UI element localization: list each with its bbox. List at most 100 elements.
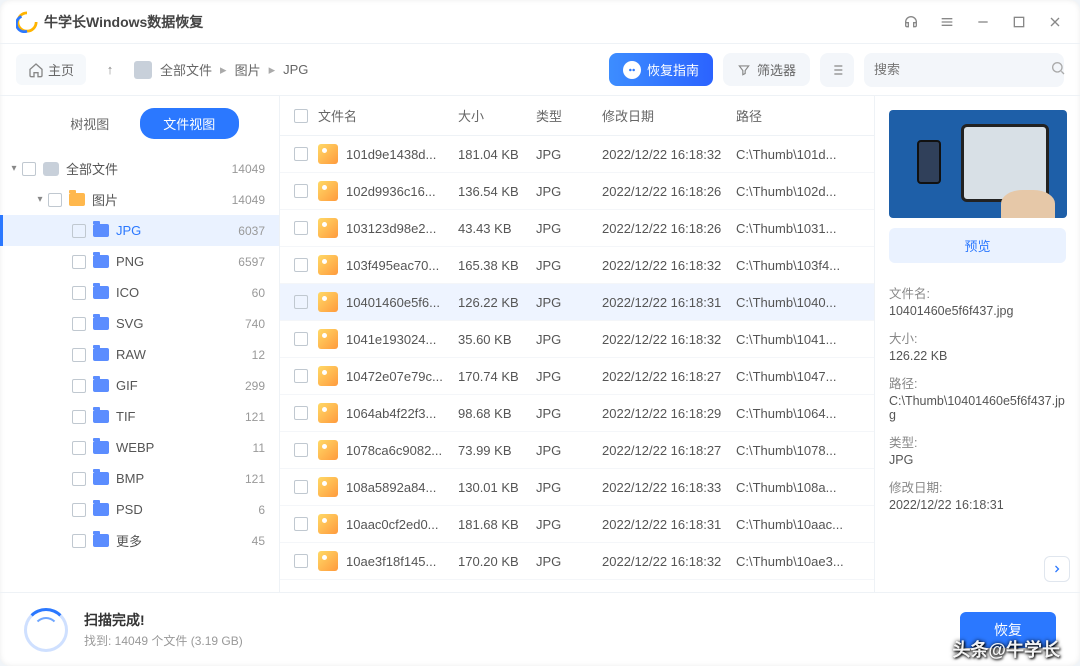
tree-label: GIF	[116, 378, 245, 393]
tree-count: 14049	[232, 193, 265, 207]
tree-count: 740	[245, 317, 265, 331]
preview-button[interactable]: 预览	[889, 228, 1066, 263]
cell-name: 10401460e5f6...	[346, 295, 458, 310]
caret-down-icon[interactable]: ▾	[6, 163, 22, 174]
breadcrumb-item[interactable]: JPG	[283, 62, 308, 77]
table-row[interactable]: 1078ca6c9082...73.99 KBJPG2022/12/22 16:…	[280, 432, 874, 469]
tree-root[interactable]: ▾ 全部文件 14049	[0, 153, 279, 184]
tree-item[interactable]: RAW12	[0, 339, 279, 370]
checkbox[interactable]	[72, 503, 86, 517]
col-name[interactable]: 文件名	[318, 106, 458, 125]
table-row[interactable]: 108a5892a84...130.01 KBJPG2022/12/22 16:…	[280, 469, 874, 506]
breadcrumb-item[interactable]: 全部文件	[160, 60, 212, 79]
nav-up-icon[interactable]: ↑	[96, 62, 124, 77]
tree-item[interactable]: PSD6	[0, 494, 279, 525]
col-path[interactable]: 路径	[736, 106, 864, 125]
tree-item[interactable]: ICO60	[0, 277, 279, 308]
table-row[interactable]: 103f495eac70...165.38 KBJPG2022/12/22 16…	[280, 247, 874, 284]
caret-down-icon[interactable]: ▾	[32, 194, 48, 205]
checkbox[interactable]	[294, 221, 308, 235]
checkbox[interactable]	[294, 369, 308, 383]
tree-item[interactable]: PNG6597	[0, 246, 279, 277]
checkbox[interactable]	[294, 258, 308, 272]
image-thumb-icon	[318, 514, 338, 534]
checkbox[interactable]	[72, 379, 86, 393]
table-row[interactable]: 103123d98e2...43.43 KBJPG2022/12/22 16:1…	[280, 210, 874, 247]
table-row[interactable]: 10401460e5f6...126.22 KBJPG2022/12/22 16…	[280, 284, 874, 321]
tree-label: PNG	[116, 254, 238, 269]
checkbox[interactable]	[72, 441, 86, 455]
search-input[interactable]	[874, 62, 1050, 77]
checkbox[interactable]	[72, 317, 86, 331]
image-thumb-icon	[318, 255, 338, 275]
filter-button[interactable]: 筛选器	[723, 53, 810, 86]
checkbox[interactable]	[72, 224, 86, 238]
tree-label: TIF	[116, 409, 245, 424]
chevron-right-icon: ▸	[269, 62, 276, 78]
checkbox-all[interactable]	[294, 109, 308, 123]
tree-item[interactable]: TIF121	[0, 401, 279, 432]
col-type[interactable]: 类型	[536, 106, 602, 125]
breadcrumb-item[interactable]: 图片	[235, 60, 261, 79]
menu-icon[interactable]	[938, 13, 956, 31]
tree-item[interactable]: BMP121	[0, 463, 279, 494]
checkbox[interactable]	[294, 184, 308, 198]
checkbox[interactable]	[72, 472, 86, 486]
watermark-text: 头条@牛学长	[952, 636, 1060, 662]
search-box[interactable]	[864, 53, 1064, 87]
tree-label: 更多	[116, 531, 252, 550]
support-icon[interactable]	[902, 13, 920, 31]
close-icon[interactable]	[1046, 13, 1064, 31]
checkbox[interactable]	[72, 255, 86, 269]
folder-icon	[92, 408, 110, 426]
cell-name: 108a5892a84...	[346, 480, 458, 495]
table-row[interactable]: 10ae3f18f145...170.20 KBJPG2022/12/22 16…	[280, 543, 874, 580]
checkbox[interactable]	[294, 332, 308, 346]
col-size[interactable]: 大小	[458, 106, 536, 125]
view-tabs: 树视图 文件视图	[0, 96, 279, 147]
cell-date: 2022/12/22 16:18:29	[602, 406, 736, 421]
checkbox[interactable]	[294, 295, 308, 309]
cell-name: 102d9936c16...	[346, 184, 458, 199]
checkbox[interactable]	[294, 406, 308, 420]
table-row[interactable]: 101d9e1438d...181.04 KBJPG2022/12/22 16:…	[280, 136, 874, 173]
checkbox[interactable]	[294, 147, 308, 161]
checkbox[interactable]	[294, 554, 308, 568]
table-row[interactable]: 1064ab4f22f3...98.68 KBJPG2022/12/22 16:…	[280, 395, 874, 432]
checkbox[interactable]	[72, 534, 86, 548]
checkbox[interactable]	[48, 193, 62, 207]
image-thumb-icon	[318, 329, 338, 349]
tree-item[interactable]: JPG6037	[0, 215, 279, 246]
maximize-icon[interactable]	[1010, 13, 1028, 31]
minimize-icon[interactable]	[974, 13, 992, 31]
tree-item[interactable]: GIF299	[0, 370, 279, 401]
checkbox[interactable]	[72, 286, 86, 300]
checkbox[interactable]	[294, 480, 308, 494]
tree-item[interactable]: 更多45	[0, 525, 279, 556]
expand-panel-icon[interactable]	[1044, 556, 1070, 582]
cell-date: 2022/12/22 16:18:26	[602, 184, 736, 199]
list-view-button[interactable]	[820, 53, 854, 87]
table-row[interactable]: 10aac0cf2ed0...181.68 KBJPG2022/12/22 16…	[280, 506, 874, 543]
checkbox[interactable]	[72, 348, 86, 362]
checkbox[interactable]	[294, 517, 308, 531]
checkbox[interactable]	[72, 410, 86, 424]
table-row[interactable]: 1041e193024...35.60 KBJPG2022/12/22 16:1…	[280, 321, 874, 358]
cell-size: 43.43 KB	[458, 221, 536, 236]
tab-file-view[interactable]: 文件视图	[140, 108, 240, 139]
image-thumb-icon	[318, 181, 338, 201]
tree-item[interactable]: SVG740	[0, 308, 279, 339]
checkbox[interactable]	[294, 443, 308, 457]
image-thumb-icon	[318, 477, 338, 497]
folder-icon	[92, 253, 110, 271]
home-button[interactable]: 主页	[16, 54, 86, 85]
tree-label: JPG	[116, 223, 238, 238]
table-row[interactable]: 10472e07e79c...170.74 KBJPG2022/12/22 16…	[280, 358, 874, 395]
recovery-guide-button[interactable]: 恢复指南	[609, 53, 713, 86]
col-date[interactable]: 修改日期	[602, 106, 736, 125]
tab-tree-view[interactable]: 树视图	[40, 108, 140, 139]
tree-item[interactable]: WEBP11	[0, 432, 279, 463]
checkbox[interactable]	[22, 162, 36, 176]
table-row[interactable]: 102d9936c16...136.54 KBJPG2022/12/22 16:…	[280, 173, 874, 210]
tree-group[interactable]: ▾ 图片 14049	[0, 184, 279, 215]
